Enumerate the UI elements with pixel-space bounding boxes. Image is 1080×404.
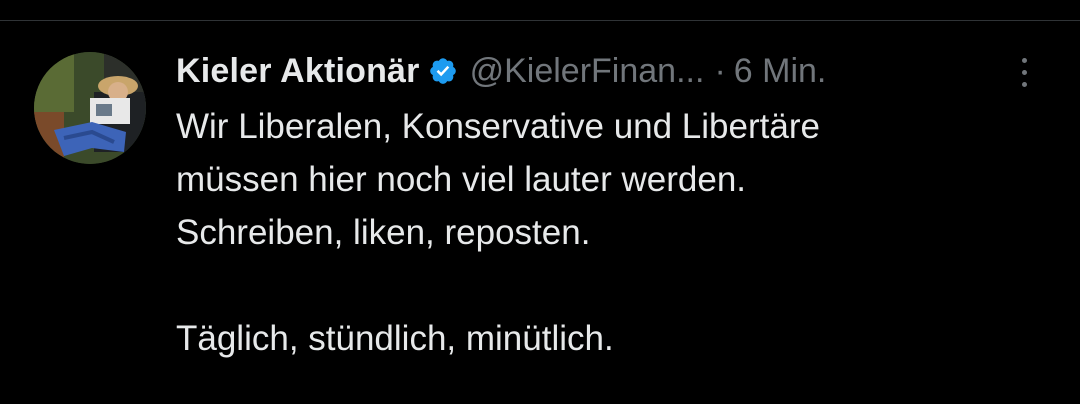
tweet-text: Wir Liberalen, Konservative und Libertär… bbox=[176, 107, 820, 358]
separator-dot: · bbox=[714, 51, 726, 90]
verified-badge-icon[interactable] bbox=[428, 56, 458, 86]
avatar[interactable] bbox=[34, 52, 146, 164]
tweet-header: Kieler Aktionär @KielerFinan... · 6 Min. bbox=[176, 48, 1036, 94]
timestamp[interactable]: 6 Min. bbox=[734, 52, 827, 91]
author-name[interactable]: Kieler Aktionär bbox=[176, 52, 420, 91]
avatar-image bbox=[34, 52, 146, 164]
author-handle[interactable]: @KielerFinan... bbox=[470, 52, 705, 91]
more-options-icon[interactable] bbox=[1016, 58, 1032, 94]
tweet[interactable]: Kieler Aktionär @KielerFinan... · 6 Min.… bbox=[176, 48, 1036, 365]
top-divider bbox=[0, 20, 1080, 21]
